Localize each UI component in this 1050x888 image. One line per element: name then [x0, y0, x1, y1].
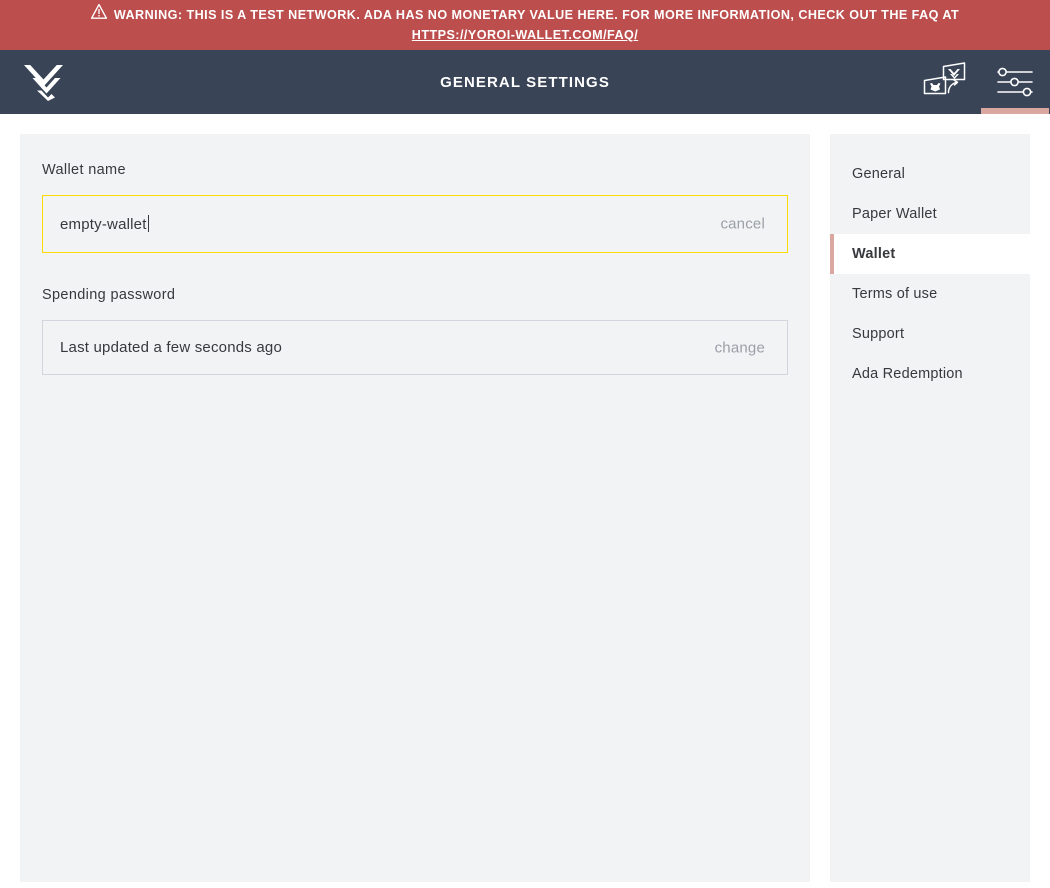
- menu-item-label: Terms of use: [852, 286, 938, 302]
- wallet-switch-icon[interactable]: [910, 50, 980, 114]
- settings-menu: General Paper Wallet Wallet Terms of use…: [830, 134, 1030, 882]
- menu-item-general[interactable]: General: [830, 154, 1030, 194]
- menu-item-paper-wallet[interactable]: Paper Wallet: [830, 194, 1030, 234]
- top-navbar: GENERAL SETTINGS: [0, 50, 1050, 114]
- menu-item-label: Wallet: [852, 246, 896, 262]
- menu-item-label: Paper Wallet: [852, 206, 937, 222]
- text-caret: [147, 215, 149, 232]
- navbar-actions: [910, 50, 1050, 114]
- spending-password-change-button[interactable]: change: [715, 339, 765, 356]
- test-network-warning-banner: WARNING: THIS IS A TEST NETWORK. ADA HAS…: [0, 0, 1050, 50]
- page-title: GENERAL SETTINGS: [440, 73, 610, 91]
- wallet-name-label: Wallet name: [42, 162, 126, 178]
- faq-link[interactable]: HTTPS://YOROI-WALLET.COM/FAQ/: [412, 25, 638, 45]
- settings-sliders-icon[interactable]: [980, 50, 1050, 114]
- wallet-name-value: empty-wallet: [60, 215, 149, 233]
- spending-password-label: Spending password: [42, 287, 176, 303]
- warning-text-line: WARNING: THIS IS A TEST NETWORK. ADA HAS…: [90, 3, 960, 25]
- menu-item-support[interactable]: Support: [830, 314, 1030, 354]
- warning-message: WARNING: THIS IS A TEST NETWORK. ADA HAS…: [113, 8, 960, 22]
- spending-password-status: Last updated a few seconds ago: [60, 339, 282, 356]
- spending-password-row[interactable]: Last updated a few seconds ago change: [42, 320, 788, 375]
- wallet-settings-panel: Wallet name empty-wallet cancel Spending…: [20, 134, 810, 882]
- menu-item-label: Ada Redemption: [852, 366, 963, 382]
- wallet-name-cancel-button[interactable]: cancel: [720, 216, 765, 233]
- wallet-name-input[interactable]: empty-wallet cancel: [42, 195, 788, 253]
- warning-triangle-icon: [90, 3, 107, 25]
- menu-item-label: General: [852, 166, 905, 182]
- settings-layout: Wallet name empty-wallet cancel Spending…: [0, 114, 1050, 888]
- menu-item-label: Support: [852, 326, 905, 342]
- menu-item-wallet[interactable]: Wallet: [830, 234, 1030, 274]
- menu-item-ada-redemption[interactable]: Ada Redemption: [830, 354, 1030, 394]
- menu-item-terms-of-use[interactable]: Terms of use: [830, 274, 1030, 314]
